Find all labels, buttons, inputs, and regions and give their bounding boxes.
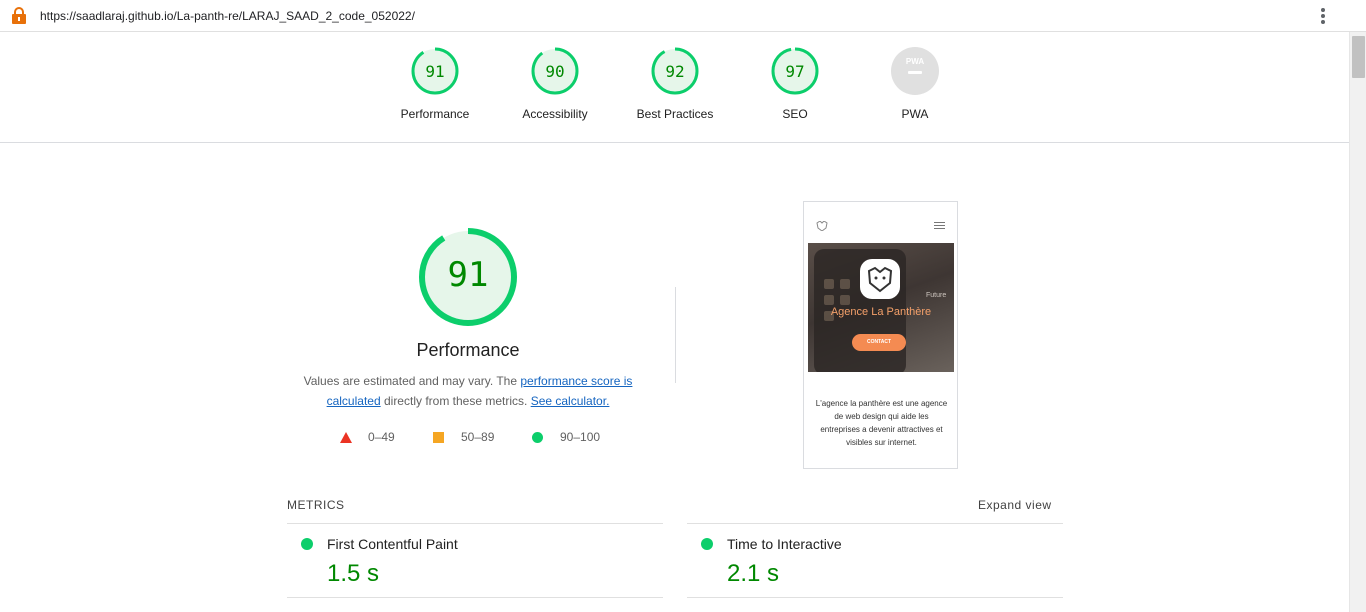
gauge-label: Accessibility	[522, 107, 588, 121]
url-text[interactable]: https://saadlaraj.github.io/La-panth-re/…	[40, 9, 415, 23]
gauge-performance[interactable]: 91 Performance	[370, 47, 500, 121]
legend-range: 50–89	[461, 430, 495, 444]
metric-time-to-interactive: Time to Interactive 2.1 s	[687, 524, 1063, 598]
scrollbar-thumb[interactable]	[1352, 36, 1365, 78]
triangle-icon	[340, 432, 352, 443]
score-value: 97	[785, 62, 805, 81]
panther-icon	[867, 266, 893, 293]
category-header: 91 Performance 90 Accessibility 92 Best …	[0, 32, 1349, 143]
gauge-best-practices[interactable]: 92 Best Practices	[610, 47, 740, 121]
scrollbar[interactable]	[1349, 32, 1366, 612]
gauge-label: PWA	[901, 107, 929, 121]
performance-gauge: 91	[418, 227, 518, 327]
desc-text: directly from these metrics.	[380, 394, 531, 408]
metric-value: 1.5 s	[327, 560, 380, 587]
hero-body-text: L'agence la panthère est une agence de w…	[815, 399, 948, 447]
divider	[675, 287, 676, 383]
pass-circle-icon	[701, 538, 713, 550]
performance-title: Performance	[416, 340, 520, 360]
gauge-pwa[interactable]: PWA PWA	[850, 47, 980, 121]
metrics-header: METRICS	[287, 498, 345, 512]
gauge-label: Best Practices	[636, 107, 714, 121]
gauge-accessibility[interactable]: 90 Accessibility	[490, 47, 620, 121]
gauge-seo[interactable]: 97 SEO	[730, 47, 860, 121]
pass-circle-icon	[301, 538, 313, 550]
score-value: 92	[665, 62, 685, 81]
circle-icon	[532, 432, 543, 443]
legend-range: 90–100	[560, 430, 601, 444]
future-text: Future	[926, 292, 947, 299]
score-value: 91	[425, 62, 445, 81]
desc-text: Values are estimated and may vary. The	[303, 374, 521, 388]
gauge-label: SEO	[782, 107, 808, 121]
hamburger-menu-icon	[934, 222, 945, 231]
pwa-badge-text: PWA	[906, 57, 924, 66]
hero-banner: Future Agence La Panthère CONTACT	[808, 243, 954, 372]
contact-button: CONTACT	[852, 334, 906, 351]
address-bar: https://saadlaraj.github.io/La-panth-re/…	[0, 0, 1366, 32]
hero-headline: Agence La Panthère	[830, 306, 932, 318]
lock-icon[interactable]	[12, 7, 26, 24]
gauge-label: Performance	[400, 107, 470, 121]
metric-value: 2.1 s	[727, 560, 780, 587]
score-value: 90	[545, 62, 565, 81]
more-menu-icon[interactable]	[1316, 6, 1330, 26]
metric-first-contentful-paint: First Contentful Paint 1.5 s	[287, 524, 663, 598]
see-calculator-link[interactable]: See calculator.	[531, 394, 610, 408]
score-legend: 0–49 50–89 90–100	[340, 430, 620, 446]
legend-range: 0–49	[368, 430, 395, 444]
panther-logo-icon	[816, 221, 828, 231]
metric-divider	[687, 597, 1063, 598]
performance-description: Values are estimated and may vary. The p…	[288, 371, 648, 411]
metric-name: Time to Interactive	[727, 536, 842, 552]
square-icon	[433, 432, 444, 443]
pwa-badge-icon: PWA	[891, 47, 939, 95]
final-screenshot[interactable]: Future Agence La Panthère CONTACT L'agen…	[803, 201, 958, 469]
panther-avatar	[860, 259, 900, 299]
performance-score: 91	[447, 255, 489, 295]
metric-name: First Contentful Paint	[327, 536, 458, 552]
expand-view-button[interactable]: Expand view	[978, 498, 1052, 512]
metric-divider	[287, 597, 663, 598]
